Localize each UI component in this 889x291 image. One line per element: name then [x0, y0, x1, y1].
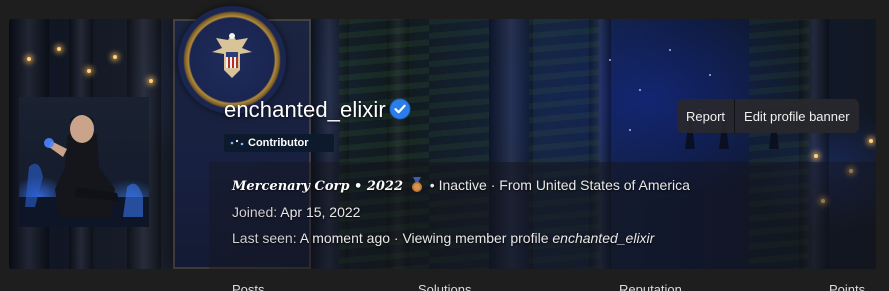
- last-seen-target-link[interactable]: enchanted_elixir: [552, 230, 654, 246]
- role-badge: Contributor: [224, 134, 334, 152]
- profile-actions: Report Edit profile banner: [677, 99, 859, 133]
- bronze-medal-icon: [411, 177, 422, 192]
- joined-line: Joined: Apr 15, 2022: [232, 204, 360, 220]
- stat-posts[interactable]: Posts: [232, 282, 265, 291]
- last-seen-value: A moment ago · Viewing member profile: [299, 230, 549, 246]
- stat-reputation[interactable]: Reputation: [619, 282, 682, 291]
- stat-points[interactable]: Points: [829, 282, 865, 291]
- last-seen-label: Last seen:: [232, 230, 297, 246]
- status-text: • Inactive · From United States of Ameri…: [429, 177, 690, 193]
- verified-check-icon: [389, 98, 411, 120]
- edit-profile-banner-button[interactable]: Edit profile banner: [734, 99, 859, 133]
- faction-link[interactable]: Mercenary Corp • 2022: [232, 179, 403, 194]
- joined-date: Apr 15, 2022: [280, 204, 361, 220]
- last-seen-line: Last seen: A moment ago · Viewing member…: [232, 230, 654, 246]
- profile-page: enchanted_elixir Contributor Report Edit…: [0, 0, 889, 291]
- stat-solutions[interactable]: Solutions: [418, 282, 471, 291]
- avatar[interactable]: [19, 97, 149, 227]
- eagle-emblem-icon: [212, 33, 252, 78]
- profile-stats-row: Posts Solutions Reputation Points: [0, 280, 889, 291]
- profile-meta-line: Mercenary Corp • 2022 • Inactive · From …: [232, 177, 690, 194]
- avatar-figure-icon: [19, 115, 149, 227]
- joined-label: Joined:: [232, 204, 278, 220]
- report-button[interactable]: Report: [677, 99, 734, 133]
- role-label: Contributor: [248, 137, 309, 149]
- profile-username: enchanted_elixir: [224, 97, 386, 122]
- role-sparkle-icon: [230, 139, 244, 146]
